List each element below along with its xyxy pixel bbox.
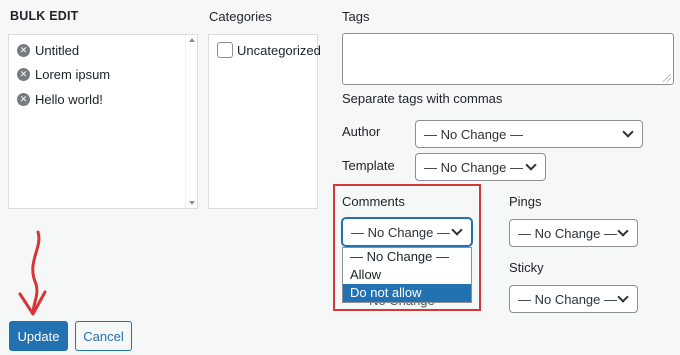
cancel-button[interactable]: Cancel bbox=[75, 321, 132, 351]
pings-select[interactable]: — No Change — bbox=[509, 219, 638, 247]
author-select[interactable]: — No Change — bbox=[415, 120, 643, 148]
post-item-lorem-ipsum[interactable]: ✕ Lorem ipsum bbox=[17, 67, 110, 82]
post-item-label: Lorem ipsum bbox=[35, 67, 111, 82]
post-list-scrollbar[interactable] bbox=[185, 35, 197, 208]
author-label: Author bbox=[342, 124, 381, 139]
update-button[interactable]: Update bbox=[9, 321, 68, 351]
chevron-down-icon bbox=[451, 224, 463, 236]
remove-post-icon[interactable]: ✕ bbox=[17, 93, 30, 106]
categories-list[interactable]: Uncategorized bbox=[208, 34, 321, 209]
chevron-down-icon bbox=[617, 291, 629, 303]
tags-label: Tags bbox=[342, 9, 370, 24]
dropdown-option-allow[interactable]: Allow bbox=[343, 266, 471, 284]
template-select[interactable]: — No Change — bbox=[415, 153, 546, 181]
pings-select-value: — No Change — bbox=[518, 225, 617, 241]
tags-textarea[interactable] bbox=[342, 33, 674, 85]
categories-label: Categories bbox=[209, 9, 272, 24]
category-label: Uncategorized bbox=[237, 42, 321, 58]
pings-label: Pings bbox=[509, 194, 542, 209]
category-checkbox[interactable] bbox=[217, 42, 233, 58]
dropdown-option-no-change[interactable]: — No Change — bbox=[343, 248, 471, 266]
sticky-select-value: — No Change — bbox=[518, 291, 617, 307]
scroll-down-icon[interactable] bbox=[189, 201, 195, 205]
resize-grip-icon[interactable] bbox=[663, 74, 671, 82]
template-select-value: — No Change — bbox=[424, 159, 523, 175]
chevron-down-icon bbox=[525, 159, 537, 171]
post-item-untitled[interactable]: ✕ Untitled bbox=[17, 43, 79, 58]
sticky-select[interactable]: — No Change — bbox=[509, 285, 638, 313]
post-item-hello-world[interactable]: ✕ Hello world! bbox=[17, 92, 103, 107]
chevron-down-icon bbox=[622, 126, 634, 138]
comments-select-value: — No Change — bbox=[351, 224, 450, 240]
red-arrow-annotation-icon bbox=[18, 230, 47, 316]
bulk-edit-title: BULK EDIT bbox=[10, 9, 79, 23]
bulk-edit-post-list[interactable]: ✕ Untitled ✕ Lorem ipsum ✕ Hello world! bbox=[8, 34, 198, 209]
category-item-uncategorized[interactable]: Uncategorized bbox=[217, 42, 321, 58]
author-select-value: — No Change — bbox=[424, 126, 523, 142]
post-item-label: Untitled bbox=[35, 43, 80, 58]
dropdown-option-do-not-allow[interactable]: Do not allow bbox=[343, 284, 471, 302]
scroll-up-icon[interactable] bbox=[189, 38, 195, 42]
post-item-label: Hello world! bbox=[35, 92, 103, 107]
comments-dropdown-list[interactable]: — No Change — Allow Do not allow bbox=[342, 247, 472, 303]
comments-select[interactable]: — No Change — bbox=[342, 218, 472, 246]
sticky-label: Sticky bbox=[509, 260, 544, 275]
comments-label: Comments bbox=[342, 194, 405, 209]
chevron-down-icon bbox=[617, 225, 629, 237]
template-label: Template bbox=[342, 158, 395, 173]
remove-post-icon[interactable]: ✕ bbox=[17, 44, 30, 57]
remove-post-icon[interactable]: ✕ bbox=[17, 68, 30, 81]
tags-hint: Separate tags with commas bbox=[342, 91, 503, 106]
